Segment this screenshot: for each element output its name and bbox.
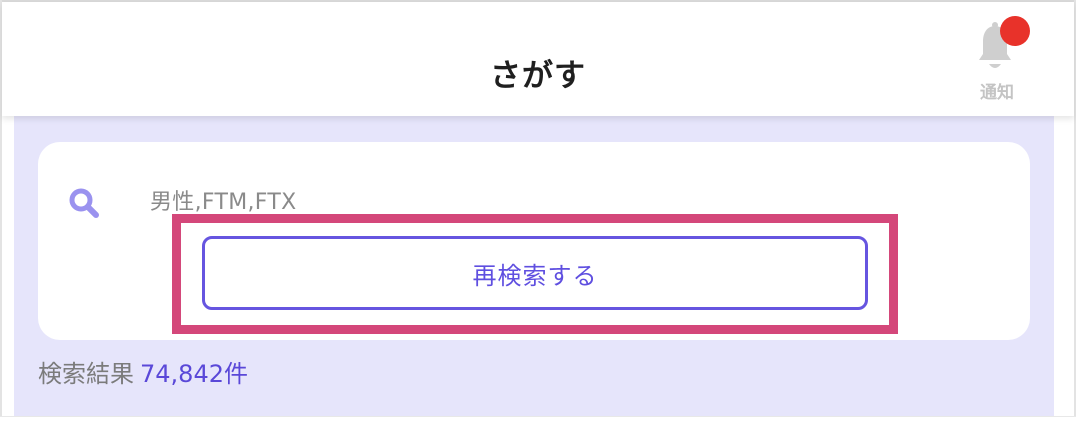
page-title: さがす (490, 58, 586, 94)
result-count: 74,842件 (140, 360, 248, 388)
notification-label: 通知 (980, 83, 1014, 103)
header-bar: さがす 通知 (2, 2, 1074, 116)
research-button[interactable]: 再検索する (202, 236, 868, 310)
search-panel: 男性,FTM,FTX 再検索する 検索結果 74,842件 (14, 116, 1054, 422)
search-icon[interactable] (68, 187, 100, 219)
app-frame: さがす 通知 男性,FTM,FTX 再検索する 検索結果 74,842件 (0, 0, 1076, 422)
notification-badge (1000, 16, 1030, 46)
search-conditions[interactable]: 男性,FTM,FTX (150, 184, 296, 216)
result-label: 検索結果 (38, 360, 134, 388)
search-card: 男性,FTM,FTX 再検索する (38, 142, 1030, 340)
bottom-strip (0, 416, 1076, 422)
notification-button[interactable]: 通知 (964, 16, 1034, 106)
result-summary: 検索結果 74,842件 (38, 354, 248, 389)
